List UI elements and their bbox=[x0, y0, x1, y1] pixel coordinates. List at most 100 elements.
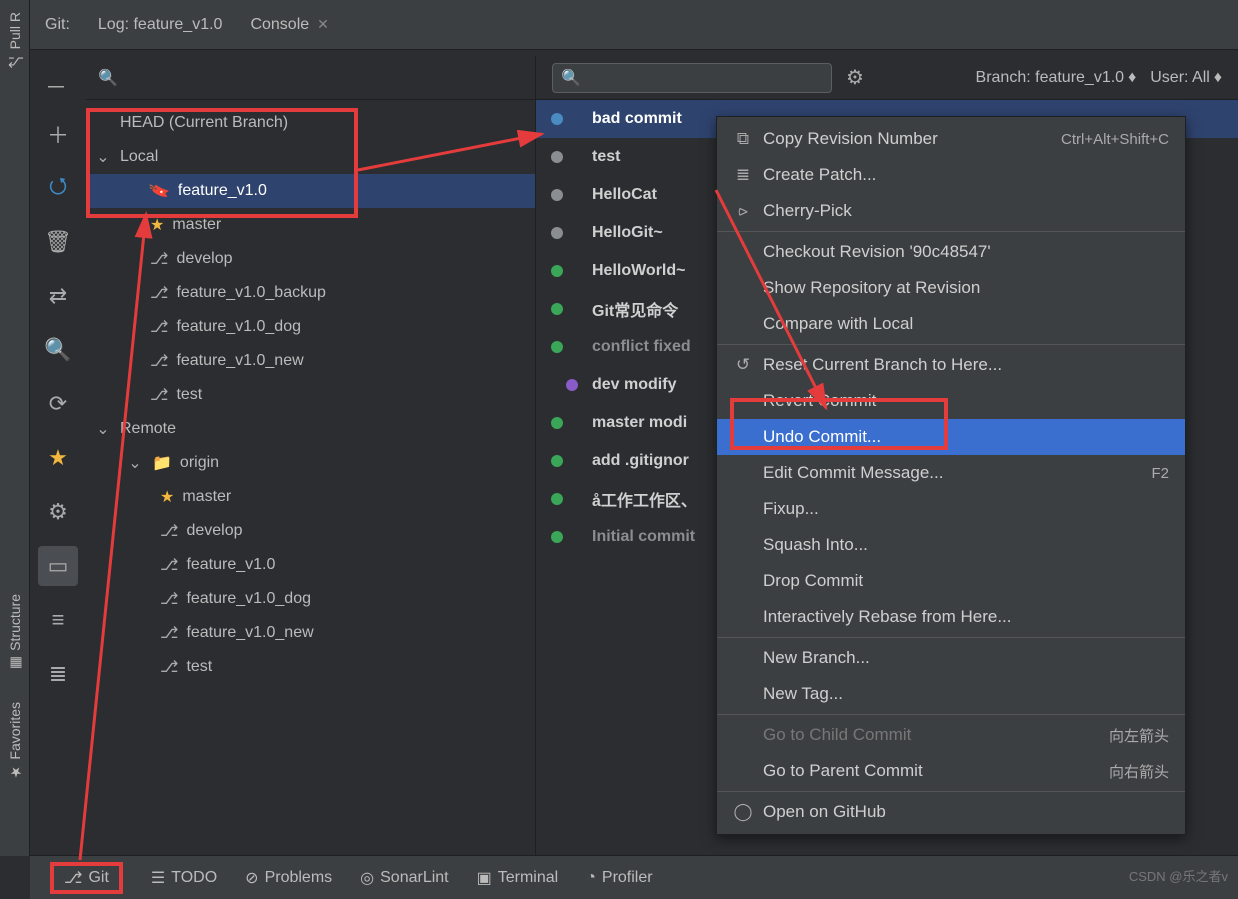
branch-item[interactable]: ⎇ test bbox=[86, 650, 535, 684]
bottom-todo[interactable]: ☰TODO bbox=[151, 868, 217, 888]
branch-item[interactable]: ⎇ feature_v1.0_new bbox=[86, 616, 535, 650]
structure-icon: ▦ bbox=[7, 654, 23, 670]
ctx-cherry-pick[interactable]: ⪧Cherry-Pick bbox=[717, 193, 1185, 229]
bottom-profiler[interactable]: ◔Profiler bbox=[586, 869, 652, 887]
star-icon: ★ bbox=[7, 764, 23, 780]
expand-button[interactable]: ≣ bbox=[38, 654, 78, 694]
branch-item[interactable]: ⎇feature_v1.0_dog bbox=[86, 582, 535, 616]
branch-icon: ⎇ bbox=[7, 53, 23, 69]
ctx-edit-message[interactable]: Edit Commit Message...F2 bbox=[717, 455, 1185, 491]
layout-button[interactable]: ▭ bbox=[38, 546, 78, 586]
branch-name: feature_v1.0_new bbox=[176, 352, 303, 370]
branch-name: develop bbox=[176, 250, 232, 268]
branch-icon: ⎇ bbox=[160, 657, 178, 677]
commit-message: HelloGit~ bbox=[592, 224, 663, 242]
branch-item[interactable]: 🔖feature_v1.0 bbox=[86, 174, 535, 208]
commit-message: add .gitignor bbox=[592, 452, 689, 470]
log-tab[interactable]: Log: feature_v1.0 bbox=[98, 16, 223, 34]
search-icon: 🔍 bbox=[561, 68, 581, 88]
branch-item[interactable]: ⎇develop bbox=[86, 514, 535, 548]
ctx-rebase[interactable]: Interactively Rebase from Here... bbox=[717, 599, 1185, 635]
pull-requests-tab[interactable]: ⎇Pull R bbox=[7, 6, 23, 75]
ctx-fixup[interactable]: Fixup... bbox=[717, 491, 1185, 527]
branch-search[interactable]: 🔍 bbox=[86, 56, 535, 100]
branch-icon: ⎇ bbox=[150, 317, 168, 337]
user-filter[interactable]: User: All♦ bbox=[1150, 69, 1222, 87]
watermark: CSDN @乐之者v bbox=[1129, 866, 1228, 885]
bottom-terminal[interactable]: ▣Terminal bbox=[477, 868, 559, 888]
ctx-go-child: Go to Child Commit向左箭头 bbox=[717, 717, 1185, 753]
search-button[interactable]: 🔍 bbox=[38, 330, 78, 370]
local-group[interactable]: ⌄Local bbox=[86, 140, 535, 174]
bottom-git[interactable]: ⎇Git bbox=[50, 862, 123, 894]
branch-item[interactable]: ⎇feature_v1.0_new bbox=[86, 344, 535, 378]
terminal-icon: ▣ bbox=[477, 868, 492, 888]
commit-message: HelloCat bbox=[592, 186, 657, 204]
ctx-create-patch[interactable]: ≣Create Patch... bbox=[717, 157, 1185, 193]
git-label: Git: bbox=[45, 16, 70, 34]
diff-button[interactable]: ⇄ bbox=[38, 276, 78, 316]
bottom-sonar[interactable]: ◎SonarLint bbox=[360, 868, 448, 888]
structure-tab[interactable]: ▦Structure bbox=[7, 588, 23, 677]
refresh-button[interactable]: ⟳ bbox=[38, 384, 78, 424]
commit-message: test bbox=[592, 148, 620, 166]
commit-search[interactable]: 🔍 bbox=[552, 63, 832, 93]
branch-name: feature_v1.0 bbox=[186, 556, 275, 574]
ctx-drop[interactable]: Drop Commit bbox=[717, 563, 1185, 599]
branch-name: master bbox=[172, 216, 221, 234]
branch-item[interactable]: ⎇ feature_v1.0_backup bbox=[86, 276, 535, 310]
branch-filter[interactable]: Branch: feature_v1.0♦ bbox=[976, 69, 1137, 87]
commit-message: dev modify bbox=[592, 376, 676, 394]
ctx-compare[interactable]: Compare with Local bbox=[717, 306, 1185, 342]
chevron-down-icon: ⌄ bbox=[94, 147, 112, 167]
ctx-new-tag[interactable]: New Tag... bbox=[717, 676, 1185, 712]
branch-item[interactable]: ★ master bbox=[86, 208, 535, 242]
favorite-button[interactable]: ★ bbox=[38, 438, 78, 478]
branch-item[interactable]: ★master bbox=[86, 480, 535, 514]
delete-button[interactable]: 🗑 bbox=[38, 222, 78, 262]
ctx-new-branch[interactable]: New Branch... bbox=[717, 640, 1185, 676]
undo-icon: ↺ bbox=[733, 355, 753, 375]
ctx-go-parent[interactable]: Go to Parent Commit向右箭头 bbox=[717, 753, 1185, 789]
branch-icon: ⎇ bbox=[160, 623, 178, 643]
ctx-revert[interactable]: Revert Commit bbox=[717, 383, 1185, 419]
ctx-show-repo[interactable]: Show Repository at Revision bbox=[717, 270, 1185, 306]
settings-button[interactable]: ⚙ bbox=[38, 492, 78, 532]
ctx-reset[interactable]: ↺Reset Current Branch to Here... bbox=[717, 347, 1185, 383]
ctx-squash[interactable]: Squash Into... bbox=[717, 527, 1185, 563]
gear-icon[interactable]: ⚙ bbox=[846, 65, 864, 90]
commit-message: Initial commit bbox=[592, 528, 695, 546]
branch-panel: 🔍 HEAD (Current Branch) ⌄Local 🔖feature_… bbox=[86, 56, 536, 855]
origin-group[interactable]: ⌄📁origin bbox=[86, 446, 535, 480]
git-panel-tabs: Git: Log: feature_v1.0 Console ✕ bbox=[30, 0, 1238, 50]
commit-message: master modi bbox=[592, 414, 687, 432]
commit-message: HelloWorld~ bbox=[592, 262, 686, 280]
close-icon[interactable]: ✕ bbox=[317, 16, 329, 33]
ctx-copy-revision[interactable]: ⧉Copy Revision NumberCtrl+Alt+Shift+C bbox=[717, 121, 1185, 157]
branch-icon: ⎇ bbox=[150, 283, 168, 303]
update-button[interactable]: ⭯ bbox=[38, 168, 78, 208]
favorites-tab[interactable]: ★Favorites bbox=[7, 696, 23, 786]
bottom-problems[interactable]: ⊘Problems bbox=[245, 868, 332, 888]
console-tab[interactable]: Console ✕ bbox=[250, 16, 328, 34]
copy-icon: ⧉ bbox=[733, 129, 753, 149]
collapse-button[interactable]: ≡ bbox=[38, 600, 78, 640]
remote-group[interactable]: ⌄Remote bbox=[86, 412, 535, 446]
head-row[interactable]: HEAD (Current Branch) bbox=[86, 106, 535, 140]
add-button[interactable]: ＋ bbox=[38, 114, 78, 154]
ctx-undo-commit[interactable]: Undo Commit... bbox=[717, 419, 1185, 455]
branch-item[interactable]: ⎇feature_v1.0_dog bbox=[86, 310, 535, 344]
branch-item[interactable]: ⎇test bbox=[86, 378, 535, 412]
chevron-down-icon: ⌄ bbox=[126, 453, 144, 473]
search-icon: 🔍 bbox=[98, 68, 118, 88]
branch-name: feature_v1.0_backup bbox=[176, 284, 325, 302]
branch-item[interactable]: ⎇feature_v1.0 bbox=[86, 548, 535, 582]
cherry-icon: ⪧ bbox=[733, 201, 753, 221]
branch-name: feature_v1.0_new bbox=[186, 624, 313, 642]
star-icon: ★ bbox=[150, 215, 164, 235]
branch-name: master bbox=[182, 488, 231, 506]
ctx-open-github[interactable]: ◯Open on GitHub bbox=[717, 794, 1185, 830]
ctx-checkout[interactable]: Checkout Revision '90c48547' bbox=[717, 234, 1185, 270]
branch-name: test bbox=[186, 658, 212, 676]
branch-item[interactable]: ⎇develop bbox=[86, 242, 535, 276]
